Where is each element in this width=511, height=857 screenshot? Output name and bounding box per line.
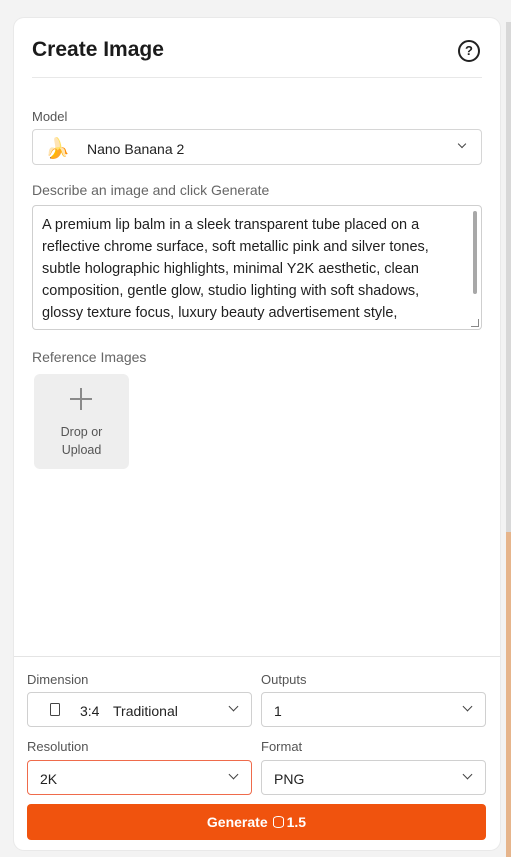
chevron-down-icon [228,769,239,780]
chevron-down-icon [462,769,473,780]
prompt-textarea[interactable]: A premium lip balm in a sleek transparen… [32,205,482,330]
chevron-down-icon [462,701,473,712]
generate-label: Generate [206,814,268,830]
dimension-name: Traditional [113,703,178,719]
help-icon[interactable]: ? [458,40,480,62]
adjacent-panel-edge [506,22,511,857]
model-select[interactable]: 🍌 Nano Banana 2 [32,129,482,165]
outputs-value: 1 [274,703,282,719]
resize-handle-icon[interactable] [471,319,479,327]
create-image-panel: Create Image ? Model 🍌 Nano Banana 2 Des… [14,18,500,850]
dimension-select[interactable]: 3:4 Traditional [27,692,252,727]
resolution-label: Resolution [27,739,89,754]
upload-text-line2: Upload [61,443,102,457]
format-label: Format [261,739,303,754]
outputs-select[interactable]: 1 [261,692,486,727]
adjacent-panel-accent [506,532,511,857]
prompt-scrollbar[interactable] [473,211,477,294]
format-value: PNG [274,771,305,787]
generate-button[interactable]: Generate 1.5 [27,804,486,840]
page-title: Create Image [32,38,164,61]
upload-text: Drop or Upload [34,423,129,459]
outputs-label: Outputs [261,672,307,687]
resolution-select[interactable]: 2K [27,760,252,795]
resolution-value: 2K [40,771,58,787]
model-label: Model [32,109,68,124]
chevron-down-icon [228,701,239,712]
banana-icon: 🍌 [45,138,70,160]
prompt-label: Describe an image and click Generate [32,182,270,198]
upload-text-line1: Drop or [60,425,103,439]
upload-dropzone[interactable]: Drop or Upload [34,374,129,469]
model-value: Nano Banana 2 [87,141,185,157]
format-select[interactable]: PNG [261,760,486,795]
panel-header: Create Image ? [32,18,482,78]
credits-icon [272,816,284,828]
generate-cost: 1.5 [286,814,307,830]
dimension-ratio: 3:4 [80,703,100,719]
dimension-label: Dimension [27,672,89,687]
chevron-down-icon [457,139,467,149]
prompt-text: A premium lip balm in a sleek transparen… [42,217,429,321]
plus-icon [70,388,92,410]
reference-images-label: Reference Images [32,349,147,365]
portrait-ratio-icon [50,703,60,716]
